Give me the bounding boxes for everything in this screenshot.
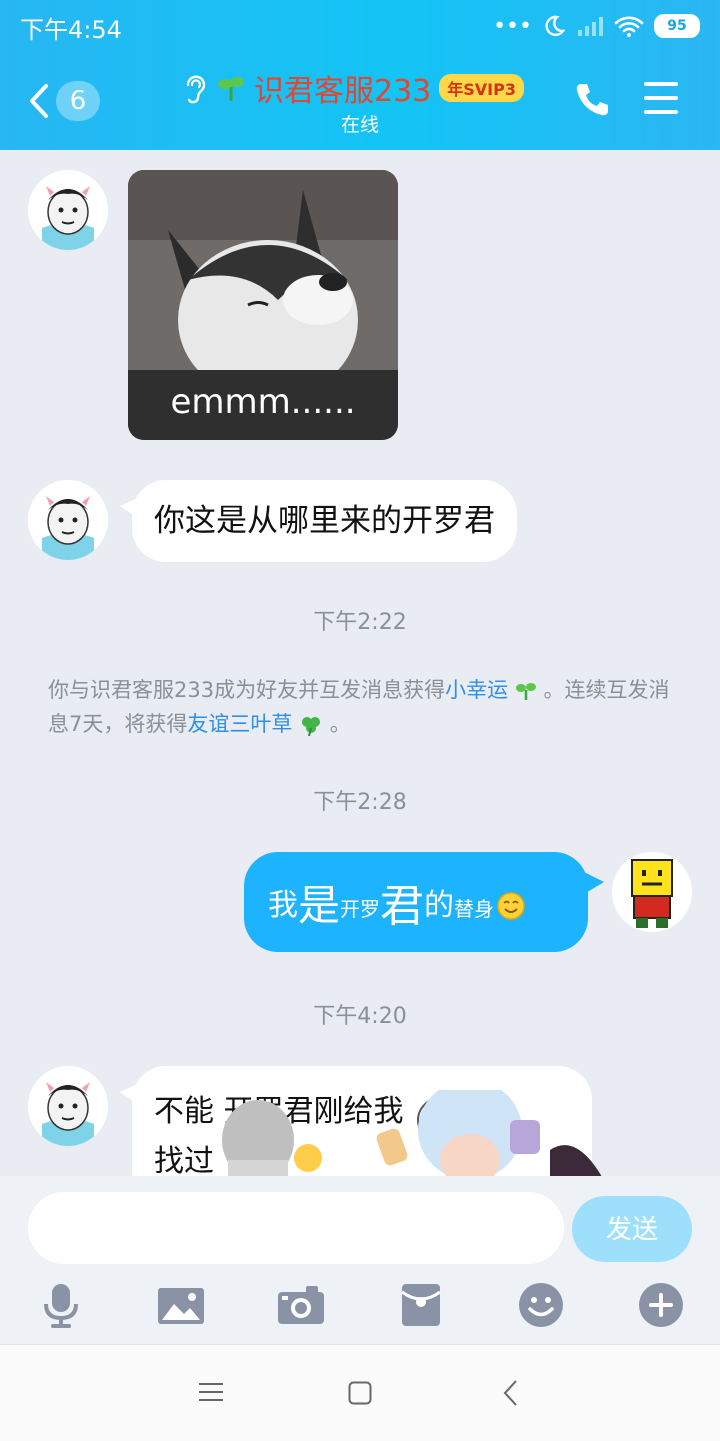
red-packet-icon bbox=[401, 1284, 441, 1326]
timestamp: 下午2:22 bbox=[313, 610, 407, 635]
svip-badge: 年SVIP3 bbox=[439, 74, 524, 102]
plus-icon bbox=[639, 1283, 683, 1327]
message-fragment: 我 bbox=[268, 888, 298, 923]
self-message-bubble[interactable]: 我 是 开罗 君 的 替身 bbox=[244, 852, 588, 952]
cartoon-face-icon bbox=[28, 480, 108, 560]
pixel-smiley-icon bbox=[612, 852, 692, 932]
call-button[interactable] bbox=[572, 80, 612, 120]
status-time: 下午4:54 bbox=[20, 16, 122, 44]
online-status: 在线 bbox=[340, 114, 379, 136]
image-icon bbox=[158, 1288, 204, 1324]
bubble-tail bbox=[584, 872, 604, 894]
status-icons: ••• 95 bbox=[493, 10, 700, 42]
message-fragment: 君 bbox=[380, 881, 425, 932]
system-notice: 你与识君客服233成为好友并互发消息获得小幸运 。连续互发消息7天，将获得友谊三… bbox=[48, 673, 688, 741]
microphone-icon bbox=[44, 1284, 78, 1328]
send-button[interactable]: 发送 bbox=[572, 1196, 692, 1262]
sprout-icon bbox=[218, 77, 244, 101]
camera-icon bbox=[278, 1286, 324, 1324]
phone-icon bbox=[576, 84, 608, 116]
menu-line bbox=[644, 82, 678, 86]
message-fragment: 的 bbox=[424, 888, 455, 923]
system-text: 。 bbox=[329, 712, 351, 736]
photo-button[interactable] bbox=[156, 1280, 206, 1330]
contact-avatar[interactable] bbox=[28, 170, 108, 250]
system-text: 你与识君客服233成为好友并互发消息获得 bbox=[48, 678, 446, 702]
emoji-button[interactable] bbox=[516, 1280, 566, 1330]
battery-indicator: 95 bbox=[654, 14, 700, 38]
red-packet-button[interactable] bbox=[396, 1280, 446, 1330]
contact-name: 识君客服233 bbox=[254, 74, 432, 109]
timestamp: 下午2:28 bbox=[313, 790, 407, 815]
sticker-caption: emmm...... bbox=[170, 382, 356, 422]
signal-icon bbox=[578, 17, 603, 36]
voice-button[interactable] bbox=[36, 1280, 86, 1330]
cartoon-face-icon bbox=[28, 1066, 108, 1146]
system-navbar bbox=[0, 1344, 720, 1441]
more-button[interactable] bbox=[636, 1280, 686, 1330]
home-icon[interactable] bbox=[348, 1381, 372, 1405]
menu-line bbox=[644, 96, 678, 100]
timestamp: 下午4:20 bbox=[313, 1004, 407, 1029]
message-text: 找过 bbox=[154, 1144, 214, 1176]
contact-avatar[interactable] bbox=[28, 480, 108, 560]
self-avatar[interactable] bbox=[612, 852, 692, 932]
message-fragment: 开罗 bbox=[340, 896, 381, 921]
smile-emoji-icon bbox=[497, 892, 525, 920]
sprout-icon bbox=[515, 683, 536, 700]
recent-apps-icon[interactable] bbox=[199, 1381, 223, 1403]
chat-header: 下午4:54 ••• 95 6 识君客服233 年SVIP3 在线 bbox=[0, 0, 720, 150]
camera-button[interactable] bbox=[276, 1280, 326, 1330]
back-nav-icon[interactable] bbox=[502, 1379, 518, 1407]
message-bubble[interactable]: 你这是从哪里来的开罗君 bbox=[132, 480, 517, 562]
smiley-icon bbox=[519, 1283, 563, 1327]
cartoon-face-icon bbox=[28, 170, 108, 250]
menu-line bbox=[644, 110, 678, 114]
ear-icon bbox=[186, 75, 206, 104]
clover-icon bbox=[302, 717, 321, 737]
message-fragment: 是 bbox=[298, 880, 341, 930]
menu-button[interactable] bbox=[644, 80, 684, 118]
contact-avatar[interactable] bbox=[28, 1066, 108, 1146]
wifi-icon bbox=[614, 16, 644, 37]
moon-icon bbox=[545, 15, 566, 37]
message-fragment: 替身 bbox=[454, 896, 495, 921]
message-input[interactable] bbox=[28, 1192, 564, 1264]
more-dots-icon: ••• bbox=[493, 13, 532, 39]
sticker-image[interactable]: emmm...... bbox=[128, 170, 398, 440]
lucky-link[interactable]: 小幸运 bbox=[445, 678, 508, 702]
clover-link[interactable]: 友谊三叶草 bbox=[187, 712, 292, 736]
contact-title-area[interactable]: 识君客服233 年SVIP3 bbox=[180, 70, 570, 109]
